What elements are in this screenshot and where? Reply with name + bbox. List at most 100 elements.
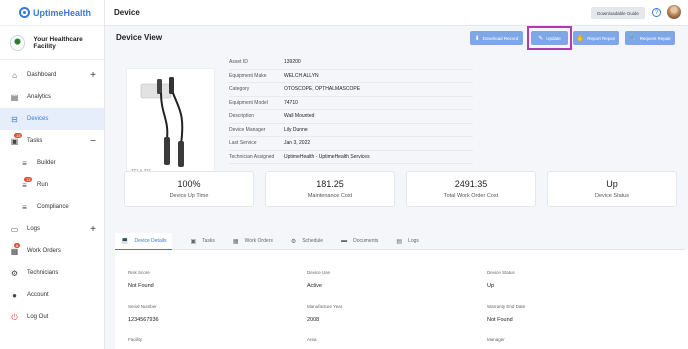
sidebar-item-label: Work Orders (27, 248, 61, 254)
facility-logo (10, 34, 26, 51)
info-label: Device Use (307, 270, 331, 275)
field-value: UptimeHealth - UptimeHealth Services (284, 153, 370, 160)
sidebar-item-account[interactable]: ● Account (0, 284, 104, 306)
field-key: Category (229, 86, 250, 93)
info-label: Warranty End Date (487, 304, 526, 309)
field-row-category: Category OTOSCOPE, OPTHALMASCOPE (229, 83, 473, 97)
stat-card-device-status: Up Device Status (547, 171, 677, 207)
sidebar-item-label: Logs (27, 226, 41, 232)
field-row-description: Description Wall Mounted (229, 110, 473, 124)
facility-name: Your Healthcare Facility (33, 35, 83, 50)
sidebar-item-work-orders[interactable]: ▦ 6 Work Orders (0, 240, 104, 262)
tab-work-orders[interactable]: ▦ Work Orders (233, 233, 273, 250)
tab-label: Work Orders (244, 238, 273, 244)
stat-label: Total Work Order Cost (443, 193, 499, 199)
tab-label: Schedule (302, 238, 324, 244)
stat-card-work-order-cost: 2491.35 Total Work Order Cost (406, 171, 536, 207)
field-key: Description (229, 113, 255, 120)
top-bar: Device Downloadable Guide ? (105, 0, 688, 26)
tab-schedule[interactable]: ⚙ Schedule (291, 233, 323, 250)
info-label: Manager (487, 337, 505, 342)
info-label: Manufacture Year (307, 304, 343, 309)
gear-icon: ⚙ (10, 268, 19, 278)
sidebar-item-log-out[interactable]: ⏻ Log Out (0, 306, 104, 328)
sidebar-item-devices[interactable]: ⊟ Devices (0, 108, 104, 130)
stat-label: Device Status (595, 193, 629, 199)
tab-label: Documents (353, 238, 379, 244)
tasks-icon: ▣ (190, 238, 197, 245)
sidebar-item-builder[interactable]: ≡ Builder (0, 152, 104, 174)
stat-value: Up (606, 179, 618, 189)
help-icon[interactable]: ? (652, 8, 661, 17)
compliance-icon: ≡ (22, 202, 27, 212)
sidebar-item-label: Dashboard (27, 72, 57, 78)
downloadable-guide-button[interactable]: Downloadable Guide (591, 7, 645, 19)
info-label: Serial Number (128, 304, 157, 309)
download-record-button[interactable]: ⬇ Download Record (470, 31, 523, 45)
stat-value: 2491.35 (454, 179, 488, 189)
work-orders-icon: ▦ (232, 238, 239, 245)
info-area: Area (307, 337, 317, 342)
tab-device-details[interactable]: 💻 Device Details (115, 232, 173, 250)
sidebar-item-run[interactable]: ≡ 13 Run (0, 174, 104, 196)
sidebar-item-label: Technicians (27, 270, 59, 276)
sidebar-item-compliance[interactable]: ≡ Compliance (0, 196, 104, 218)
field-row-asset-id: Asset ID 139200 (229, 56, 473, 70)
logs-icon: ▤ (396, 238, 403, 245)
info-label: Facility (128, 337, 143, 342)
stat-card-up-time: 100% Device Up Time (124, 171, 254, 207)
avatar[interactable] (667, 5, 681, 19)
wrench-icon: 🔧 (629, 35, 637, 42)
field-value: 74710 (284, 99, 298, 106)
sidebar-item-label: Devices (27, 116, 49, 122)
work-orders-badge: 6 (14, 243, 21, 248)
field-key: Device Manager (229, 126, 266, 133)
uptimehealth-logo-icon (19, 7, 30, 18)
sidebar-item-label: Builder (37, 160, 56, 166)
info-value: Up (487, 283, 495, 289)
sidebar-item-technicians[interactable]: ⚙ Technicians (0, 262, 104, 284)
field-row-technician-assigned: Technician Assigned UptimeHealth - Uptim… (229, 151, 473, 164)
sidebar-item-label: Run (37, 182, 49, 188)
expand-dashboard-icon[interactable]: + (90, 70, 96, 81)
main-content: Device View ⬇ Download Record ✎ Update ✋… (105, 26, 688, 349)
tab-label: Tasks (202, 238, 215, 244)
field-key: Equipment Model (229, 99, 268, 106)
info-serial-number: Serial Number 1234567936 (128, 304, 159, 323)
tab-documents[interactable]: ▬ Documents (341, 233, 378, 250)
field-value: WELCH ALLYN (284, 72, 319, 79)
sidebar-item-logs[interactable]: ▭ Logs + (0, 218, 104, 240)
devices-icon: ⊟ (11, 114, 18, 124)
device-stats: 100% Device Up Time 181.25 Maintenance C… (124, 171, 679, 207)
field-row-equipment-model: Equipment Model 74710 (229, 97, 473, 110)
facility-selector[interactable]: Your Healthcare Facility (0, 26, 104, 60)
sidebar-item-analytics[interactable]: ▤ Analytics (0, 86, 104, 108)
info-device-status: Device Status Up (487, 270, 515, 289)
sidebar-item-label: Log Out (27, 314, 49, 320)
sidebar-item-dashboard[interactable]: ⌂ Dashboard + (0, 64, 104, 86)
power-icon: ⏻ (11, 312, 18, 322)
tab-tasks[interactable]: ▣ Tasks (190, 233, 214, 250)
sidebar-item-tasks[interactable]: ▣ 13 Tasks − (0, 130, 104, 152)
field-value: 139200 (284, 59, 301, 66)
sidebar-item-label: Tasks (27, 138, 43, 144)
expand-logs-icon[interactable]: + (90, 224, 96, 235)
sidebar-item-label: Analytics (27, 94, 52, 100)
tab-label: Logs (408, 238, 419, 244)
stat-label: Device Up Time (169, 193, 209, 199)
info-label: Risk Score (128, 270, 150, 275)
field-row-device-manager: Device Manager Lily Dunne (229, 124, 473, 137)
tab-logs[interactable]: ▤ Logs (396, 233, 419, 250)
stat-label: Maintenance Cost (307, 193, 353, 199)
sidebar: UptimeHealth Your Healthcare Facility ⌂ … (0, 0, 105, 349)
brand[interactable]: UptimeHealth (0, 0, 104, 26)
folder-icon: ▬ (341, 238, 348, 244)
report-repair-button[interactable]: ✋ Report Repair (573, 31, 619, 45)
collapse-tasks-icon[interactable]: − (90, 136, 96, 147)
chart-icon: ▤ (10, 92, 19, 102)
request-repair-button[interactable]: 🔧 Request Repair (625, 31, 675, 45)
field-key: Last Service (229, 140, 257, 147)
info-warranty-end-date: Warranty End Date Not Found (487, 304, 525, 323)
field-row-last-service: Last Service Jan 3, 2022 (229, 137, 473, 151)
report-repair-label: Report Repair (587, 35, 616, 41)
